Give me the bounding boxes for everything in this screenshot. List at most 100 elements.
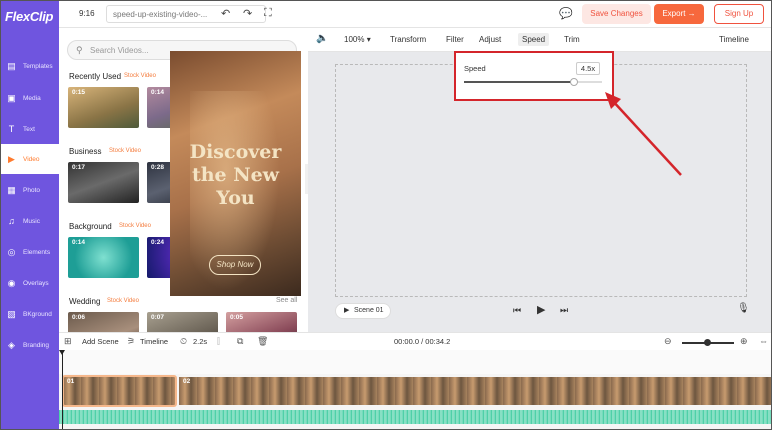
stock-video-tag: Stock Video xyxy=(119,223,151,229)
music-icon: ♫ xyxy=(8,215,15,226)
video-thumbnail[interactable]: 0:14 xyxy=(68,237,139,278)
sidebar-item-templates[interactable]: ▤ Templates xyxy=(1,51,59,81)
elements-icon: ◎ xyxy=(7,246,16,257)
next-icon[interactable]: ⏭ xyxy=(560,305,568,316)
duration-value[interactable]: 2.2s xyxy=(193,337,207,346)
video-thumbnail[interactable]: 0:06 xyxy=(68,312,139,332)
video-duration: 0:28 xyxy=(151,164,165,171)
undo-icon[interactable]: ↶ xyxy=(221,7,230,20)
scene-selector[interactable]: ▶ Scene 01 xyxy=(335,303,391,319)
zoom-in-icon[interactable]: ⊕ xyxy=(740,336,748,347)
timeline-toolbar: ⊞ Add Scene ⚞ Timeline ⏲ 2.2s ⫿ ⧉ 🗑 00:0… xyxy=(59,332,771,350)
fullscreen-icon[interactable]: ⛶ xyxy=(264,7,272,20)
video-thumbnail[interactable]: 0:07 xyxy=(147,312,218,332)
clip-2[interactable]: 02 xyxy=(179,377,771,405)
video-icon: ▶ xyxy=(8,153,15,164)
sidebar-item-label: Video xyxy=(23,155,40,163)
video-thumbnail[interactable]: 0:15 xyxy=(68,87,139,128)
sidebar-item-elements[interactable]: ◎ Elements xyxy=(1,237,59,267)
trim-button[interactable]: Trim xyxy=(564,35,580,44)
add-scene-button[interactable]: Add Scene xyxy=(82,337,119,346)
shop-now-overlay: Shop Now xyxy=(209,255,261,275)
headline-line-2: the New xyxy=(191,164,280,186)
stock-video-tag: Stock Video xyxy=(124,73,156,79)
zoom-selector[interactable]: 100% ▾ xyxy=(344,35,371,44)
video-duration: 0:17 xyxy=(72,164,86,171)
search-placeholder: Search Videos... xyxy=(90,46,149,55)
sidebar-item-bkground[interactable]: ▧ BKground xyxy=(1,299,59,329)
filter-button[interactable]: Filter xyxy=(446,35,464,44)
video-duration: 0:06 xyxy=(72,314,86,321)
delete-icon[interactable]: 🗑 xyxy=(257,336,268,347)
timeline-zoom-handle[interactable] xyxy=(704,339,711,346)
templates-icon: ▤ xyxy=(7,60,16,71)
playhead[interactable] xyxy=(59,350,65,429)
headline-line-1: Discover xyxy=(189,141,282,163)
sidebar: FlexClip ▤ Templates ▣ Media T Text ▶ Video ▦ Pho… xyxy=(1,1,59,429)
speed-slider-handle[interactable] xyxy=(570,78,579,86)
clip-2-number: 02 xyxy=(183,378,191,385)
speed-popup: Speed 4.5x xyxy=(455,52,613,100)
speed-value-input[interactable]: 4.5x xyxy=(576,62,600,75)
sidebar-item-label: Templates xyxy=(23,62,53,70)
sidebar-item-branding[interactable]: ◈ Branding xyxy=(1,330,59,360)
transform-button[interactable]: Transform xyxy=(390,35,426,44)
headline-line-3: You xyxy=(216,187,255,209)
timeline-track-area: 01 02 xyxy=(59,350,771,429)
video-thumbnail[interactable]: 0:05 xyxy=(226,312,297,332)
stock-video-tag: Stock Video xyxy=(109,148,141,154)
text-icon: T xyxy=(8,123,15,134)
section-title: Background xyxy=(69,222,112,231)
timeline-toggle[interactable]: Timeline xyxy=(719,35,749,44)
background-icon: ▧ xyxy=(7,308,16,319)
microphone-icon[interactable]: 🎙 xyxy=(737,303,750,314)
speed-label: Speed xyxy=(464,64,486,73)
split-icon[interactable]: ⫿ xyxy=(217,336,220,347)
selected-clip-outline xyxy=(62,375,177,407)
stock-video-tag: Stock Video xyxy=(107,298,139,304)
branding-icon: ◈ xyxy=(8,339,15,350)
export-button[interactable]: Export → xyxy=(654,4,704,24)
duplicate-icon[interactable]: ⧉ xyxy=(237,336,243,347)
time-ruler xyxy=(59,350,771,374)
section-title: Recently Used xyxy=(69,72,122,81)
zoom-out-icon[interactable]: ⊖ xyxy=(664,336,672,347)
see-all-link[interactable]: See all xyxy=(276,297,297,304)
speed-button[interactable]: Speed xyxy=(518,33,550,46)
photo-icon: ▦ xyxy=(7,184,16,195)
redo-icon[interactable]: ↷ xyxy=(243,7,252,20)
video-thumbnail[interactable]: 0:17 xyxy=(68,162,139,203)
sign-up-button[interactable]: Sign Up xyxy=(714,4,764,24)
sidebar-item-music[interactable]: ♫ Music xyxy=(1,206,59,236)
sidebar-item-media[interactable]: ▣ Media xyxy=(1,83,59,113)
previous-icon[interactable]: ⏮ xyxy=(513,305,521,316)
speed-slider[interactable] xyxy=(464,78,602,86)
video-duration: 0:14 xyxy=(72,239,86,246)
timeline-button[interactable]: Timeline xyxy=(140,337,168,346)
video-duration: 0:07 xyxy=(151,314,165,321)
section-title: Business xyxy=(69,147,102,156)
fit-icon[interactable]: ⇔ xyxy=(759,336,768,346)
add-scene-icon: ⊞ xyxy=(64,336,72,346)
app-logo: FlexClip xyxy=(5,9,54,24)
project-name-input[interactable]: speed-up-existing-video-... xyxy=(106,5,266,23)
sidebar-item-text[interactable]: T Text xyxy=(1,114,59,144)
sidebar-item-photo[interactable]: ▦ Photo xyxy=(1,175,59,205)
video-preview[interactable]: Discover the New You Shop Now xyxy=(170,51,301,296)
sidebar-item-label: Overlays xyxy=(23,279,49,287)
time-display: 00:00.0 / 00:34.2 xyxy=(394,337,451,346)
volume-icon[interactable]: 🔈 xyxy=(316,33,328,44)
chat-icon[interactable]: 💬 xyxy=(559,7,573,20)
play-icon[interactable]: ▶ xyxy=(537,303,545,316)
top-bar: 9:16 speed-up-existing-video-... ↶ ↷ ⛶ 💬… xyxy=(59,1,771,28)
audio-waveform[interactable] xyxy=(59,410,771,424)
adjust-button[interactable]: Adjust xyxy=(479,35,501,44)
save-changes-button[interactable]: Save Changes xyxy=(582,4,651,24)
aspect-ratio-selector[interactable]: 9:16 xyxy=(79,9,95,18)
sidebar-item-video[interactable]: ▶ Video xyxy=(1,144,59,174)
zoom-value: 100% xyxy=(344,35,365,44)
sidebar-item-overlays[interactable]: ◉ Overlays xyxy=(1,268,59,298)
sidebar-item-label: Text xyxy=(23,125,35,133)
flexclip-editor: FlexClip ▤ Templates ▣ Media T Text ▶ Video ▦ Pho… xyxy=(0,0,772,430)
sidebar-item-label: Elements xyxy=(23,248,51,256)
